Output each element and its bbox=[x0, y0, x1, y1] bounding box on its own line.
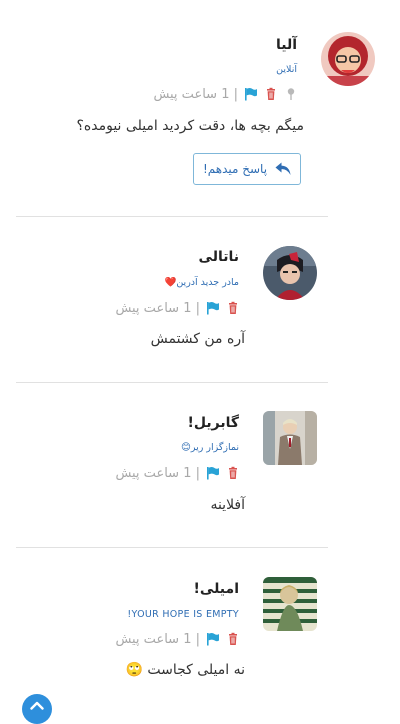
comment-meta: | 1 ساعت پیش bbox=[153, 86, 298, 102]
reply-icon bbox=[275, 162, 291, 175]
avatar[interactable] bbox=[321, 32, 375, 86]
chevron-up-icon bbox=[30, 701, 44, 710]
scroll-to-top-button[interactable] bbox=[22, 694, 52, 724]
divider bbox=[16, 382, 328, 383]
flag-icon[interactable] bbox=[206, 466, 220, 480]
author-name[interactable]: امیلی! bbox=[194, 581, 239, 597]
comment-feed: آلیا آنلاین | 1 ساعت پیش میگم بچه ها، دق… bbox=[0, 0, 400, 724]
author-name[interactable]: آلیا bbox=[276, 37, 297, 53]
comment-time: | 1 ساعت پیش bbox=[115, 300, 200, 316]
comment-text: نه امیلی کجاست 🙄 bbox=[125, 662, 245, 678]
author-status: آنلاین bbox=[276, 64, 297, 75]
flag-icon[interactable] bbox=[244, 87, 258, 101]
divider bbox=[16, 547, 328, 548]
reply-button[interactable]: پاسخ میدهم! bbox=[193, 153, 301, 185]
author-status: نمازگزار ریر😊 bbox=[180, 442, 239, 453]
avatar-image bbox=[263, 577, 317, 631]
comment-time: | 1 ساعت پیش bbox=[115, 631, 200, 647]
flag-icon[interactable] bbox=[206, 632, 220, 646]
avatar[interactable] bbox=[263, 246, 317, 300]
avatar-image bbox=[263, 246, 317, 300]
trash-icon[interactable] bbox=[264, 87, 278, 101]
comment-meta: | 1 ساعت پیش bbox=[115, 631, 240, 647]
author-status: YOUR HOPE IS EMPTY! bbox=[127, 609, 239, 620]
comment-meta: | 1 ساعت پیش bbox=[115, 465, 240, 481]
pin-icon[interactable] bbox=[284, 87, 298, 101]
trash-icon[interactable] bbox=[226, 632, 240, 646]
avatar-image bbox=[263, 411, 317, 465]
comment-text: آره من کشتمش bbox=[150, 331, 245, 347]
comment-text: آفلاینه bbox=[210, 497, 245, 513]
reply-button-label: پاسخ میدهم! bbox=[202, 162, 268, 176]
author-status: مادر جدید آدرین❤️ bbox=[164, 277, 240, 288]
flag-icon[interactable] bbox=[206, 301, 220, 315]
avatar[interactable] bbox=[263, 577, 317, 631]
author-name[interactable]: گابریل! bbox=[187, 415, 239, 431]
trash-icon[interactable] bbox=[226, 301, 240, 315]
avatar-image bbox=[321, 32, 375, 86]
comment-time: | 1 ساعت پیش bbox=[153, 86, 238, 102]
comment-meta: | 1 ساعت پیش bbox=[115, 300, 240, 316]
comment-text: میگم بچه ها، دقت کردید امیلی نیومده؟ bbox=[76, 118, 304, 134]
author-name[interactable]: ناتالی bbox=[199, 249, 239, 265]
comment-time: | 1 ساعت پیش bbox=[115, 465, 200, 481]
avatar[interactable] bbox=[263, 411, 317, 465]
divider bbox=[16, 216, 328, 217]
trash-icon[interactable] bbox=[226, 466, 240, 480]
